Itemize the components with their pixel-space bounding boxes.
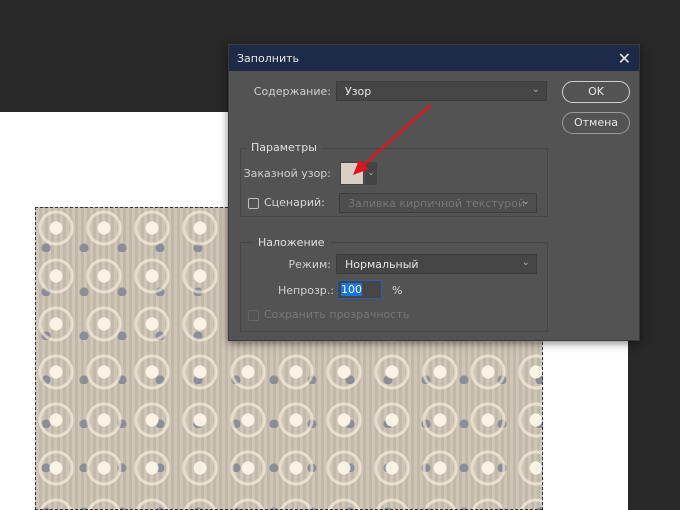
fill-dialog: Заполнить ✕ Содержание: Узор ⌄ OK Отмена … [228, 44, 640, 341]
annotation-arrow [353, 104, 432, 175]
